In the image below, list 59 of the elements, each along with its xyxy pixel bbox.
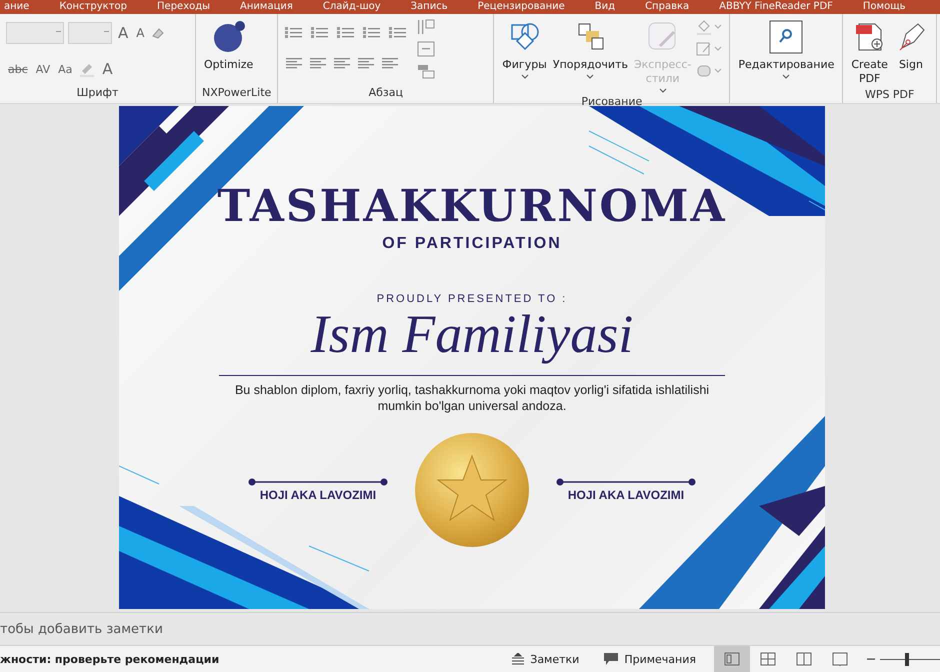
ribbon-button[interactable]: Optimize — [202, 18, 256, 74]
star-medal-icon — [414, 432, 530, 548]
ribbon-tab[interactable]: ание — [4, 1, 30, 13]
optimize-logo-icon — [212, 20, 246, 54]
ribbon-button[interactable]: Фигуры — [500, 18, 549, 81]
font-name-field[interactable] — [6, 22, 64, 44]
ribbon-button[interactable]: Sign — [892, 18, 930, 74]
ribbon-tab[interactable]: Конструктор — [59, 1, 128, 13]
certificate-subtitle: OF PARTICIPATION — [382, 235, 562, 253]
ribbon-button[interactable]: Упорядочить — [550, 18, 630, 81]
normal-view-icon[interactable] — [714, 646, 750, 672]
text-direction-icon[interactable] — [416, 18, 436, 36]
notes-icon — [511, 653, 526, 665]
ribbon-tab[interactable]: Справка — [645, 1, 690, 13]
caret-icon — [520, 74, 529, 79]
group-label: Рисование — [581, 95, 642, 108]
ribbon-tab[interactable]: ABBYY FineReader PDF — [719, 1, 833, 13]
signature-label: HOJI AKA LAVOZIMI — [260, 488, 376, 502]
caret-icon — [782, 74, 790, 79]
pen-outline-icon[interactable] — [695, 40, 724, 58]
paint-bucket-icon[interactable] — [695, 18, 724, 36]
accessibility-status[interactable]: жности: проверьте рекомендации — [0, 652, 220, 666]
strikethrough-button[interactable]: abc — [6, 62, 30, 76]
caret-icon — [586, 74, 594, 79]
group-label: NXPowerLite — [202, 86, 272, 99]
group-label: WPS PDF — [864, 88, 914, 101]
align-left-icon[interactable] — [284, 55, 304, 71]
ribbon-tab[interactable]: Вид — [594, 1, 616, 13]
caret-icon — [658, 88, 667, 93]
ribbon-tab[interactable]: Запись — [410, 1, 448, 13]
recipient-name: Ism Familiyasi — [310, 305, 634, 363]
ribbon-button[interactable]: Create PDF — [849, 18, 890, 88]
ribbon-tab[interactable]: Рецензирование — [478, 1, 565, 13]
highlighter-icon[interactable] — [78, 61, 96, 77]
smartart-icon[interactable] — [416, 62, 436, 80]
comments-button[interactable]: Примечания — [597, 651, 702, 667]
align-text-icon[interactable] — [416, 40, 436, 58]
ribbon-tab[interactable]: Помощь — [862, 1, 906, 13]
change-case-button[interactable]: Aa — [56, 62, 74, 76]
notes-placeholder: тобы добавить заметки — [0, 622, 163, 636]
comment-icon — [603, 652, 620, 666]
font-size-field[interactable] — [68, 22, 112, 44]
ribbon-tab[interactable]: Переходы — [157, 1, 210, 13]
group-label: Абзац — [368, 86, 403, 99]
group-label: Шрифт — [76, 86, 118, 99]
character-spacing-button[interactable]: AV — [34, 62, 52, 76]
signature-label: HOJI AKA LAVOZIMI — [568, 488, 684, 502]
grow-font-button[interactable]: A — [116, 24, 130, 42]
ribbon-button[interactable]: Редактирование — [736, 18, 836, 81]
presented-text: PROUDLY PRESENTED TO : — [376, 293, 568, 305]
certificate-title: TASHAKKURNOMA — [217, 181, 727, 233]
shrink-font-button[interactable]: A — [134, 26, 146, 40]
zoom-slider-thumb[interactable] — [905, 652, 909, 666]
font-color-button[interactable]: A — [100, 60, 115, 78]
notes-button[interactable]: Заметки — [505, 652, 586, 666]
ribbon-tab[interactable]: Анимация — [240, 1, 293, 13]
description-text: Bu shablon diplom, faxriy yorliq, tashakkurnoma yoki maqtov yorlig'i sifatida ishlatilishi mumkin bo'lgan universal andoza. — [234, 382, 710, 414]
search-icon — [769, 20, 804, 54]
ribbon-tab[interactable]: Слайд-шоу — [322, 1, 381, 13]
